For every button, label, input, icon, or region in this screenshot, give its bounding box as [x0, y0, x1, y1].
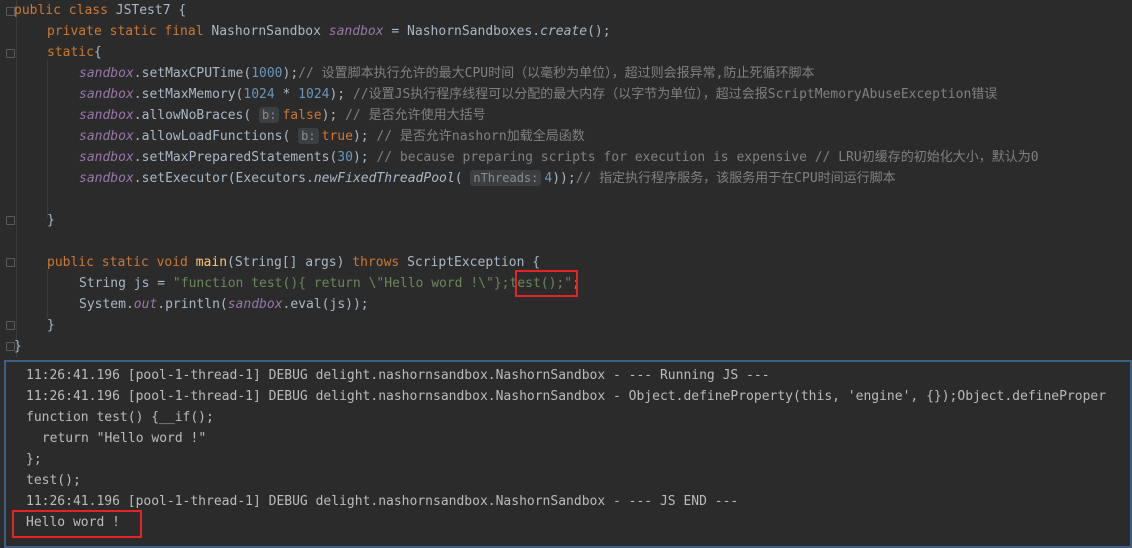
code-line: }: [47, 210, 55, 231]
highlight-box: [515, 270, 578, 297]
console-line: 11:26:41.196 [pool-1-thread-1] DEBUG del…: [26, 389, 1107, 404]
code-token: create: [540, 24, 588, 39]
code-token: false: [282, 108, 322, 123]
code-token: 1024: [243, 87, 275, 102]
code-token: .setMaxPreparedStatements(: [133, 150, 338, 165]
code-token: (String[] args): [227, 255, 353, 270]
code-token: );: [352, 129, 377, 144]
code-token: // 是否允许使用大括号: [345, 108, 486, 123]
console-line: 11:26:41.196 [pool-1-thread-1] DEBUG del…: [26, 494, 739, 509]
code-line: sandbox.allowLoadFunctions( b: true); // …: [79, 126, 585, 147]
code-token: // because preparing scripts for executi…: [376, 150, 1039, 165]
code-line: public static void main(String[] args) t…: [47, 252, 540, 273]
code-token: // 设置脚本执行允许的最大CPU时间（以毫秒为单位），超过则会报异常,防止死循…: [298, 66, 815, 81]
code-token: }: [47, 318, 55, 333]
code-token: .println(: [157, 297, 228, 312]
code-token: .setMaxCPUTime(: [133, 66, 252, 81]
code-token: = NashornSandboxes.: [383, 24, 541, 39]
code-token: public static void: [47, 255, 196, 270]
code-token: sandbox: [79, 66, 134, 81]
code-line: sandbox.setMaxCPUTime(1000);// 设置脚本执行允许的…: [79, 63, 814, 84]
code-line: }: [47, 315, 55, 336]
code-token: throws: [352, 255, 408, 270]
code-token: //设置JS执行程序线程可以分配的最大内存（以字节为单位），超过会报Script…: [352, 87, 998, 102]
code-token: public class: [14, 3, 116, 18]
code-token: );: [321, 108, 346, 123]
code-token: .eval(js));: [282, 297, 369, 312]
code-token: (: [454, 171, 471, 186]
code-token: JSTest7 {: [115, 3, 187, 18]
code-line: sandbox.setMaxMemory(1024 * 1024); //设置J…: [79, 84, 997, 105]
code-token: .setMaxMemory(: [133, 87, 244, 102]
code-token: sandbox: [79, 129, 134, 144]
console-line: };: [26, 452, 42, 467]
fold-marker-icon[interactable]: [6, 49, 15, 58]
code-token: *: [274, 87, 299, 102]
code-token: System.: [79, 297, 134, 312]
console-line: 11:26:41.196 [pool-1-thread-1] DEBUG del…: [26, 368, 770, 383]
code-token: NashornSandbox: [211, 24, 329, 39]
console-line: return "Hello word !": [34, 431, 207, 446]
code-line: sandbox.allowNoBraces( b: false); // 是否允许…: [79, 105, 486, 126]
indent-guide: [47, 60, 48, 218]
code-token: // 是否允许nashorn加载全局函数: [376, 129, 585, 144]
code-token: String js =: [79, 276, 173, 291]
code-token: }: [14, 339, 22, 354]
fold-marker-icon[interactable]: [6, 258, 15, 267]
fold-marker-icon[interactable]: [6, 321, 15, 330]
code-token: sandbox: [79, 171, 134, 186]
code-token: .allowNoBraces(: [133, 108, 260, 123]
param-hint: nThreads:: [470, 170, 542, 186]
code-token: );: [329, 87, 353, 102]
code-token: }: [47, 213, 55, 228]
code-token: 1000: [251, 66, 283, 81]
code-token: "function test(){ return \"Hello word !\…: [172, 276, 573, 291]
code-token: sandbox: [79, 108, 134, 123]
fold-marker-icon[interactable]: [6, 216, 15, 225]
code-token: // 指定执行程序服务，该服务用于在CPU时间运行脚本: [575, 171, 896, 186]
code-token: .setExecutor(Executors.: [133, 171, 314, 186]
code-token: .allowLoadFunctions(: [133, 129, 299, 144]
code-token: 30: [337, 150, 353, 165]
code-token: main: [195, 255, 228, 270]
indent-guide: [16, 0, 17, 358]
code-token: );: [352, 150, 377, 165]
code-token: ));: [552, 171, 576, 186]
code-token: static: [47, 45, 94, 60]
code-token: newFixedThreadPool: [313, 171, 455, 186]
code-editor[interactable]: public class JSTest7 {private static fin…: [0, 0, 1132, 358]
run-console[interactable]: 11:26:41.196 [pool-1-thread-1] DEBUG del…: [4, 360, 1132, 548]
code-token: sandbox: [79, 87, 134, 102]
code-line: sandbox.setMaxPreparedStatements(30); //…: [79, 147, 1039, 168]
code-token: sandbox: [227, 297, 283, 312]
code-line: sandbox.setExecutor(Executors.newFixedTh…: [79, 168, 896, 189]
code-token: {: [93, 45, 102, 60]
highlight-box: [12, 510, 142, 538]
code-token: true: [321, 129, 353, 144]
code-token: out: [133, 297, 158, 312]
code-token: sandbox: [328, 24, 384, 39]
code-line: private static final NashornSandbox sand…: [47, 21, 611, 42]
indent-guide: [47, 270, 48, 318]
console-line: function test() {__if();: [26, 410, 214, 425]
code-line: static{: [47, 42, 102, 63]
param-hint: b:: [298, 128, 319, 144]
code-line: }: [14, 336, 22, 357]
code-token: );: [282, 66, 299, 81]
code-token: private static final: [47, 24, 212, 39]
code-token: 1024: [298, 87, 330, 102]
console-line: test();: [26, 473, 81, 488]
code-token: ScriptException {: [407, 255, 541, 270]
code-line: String js = "function test(){ return \"H…: [79, 273, 580, 294]
param-hint: b:: [259, 107, 280, 123]
code-line: System.out.println(sandbox.eval(js));: [79, 294, 369, 315]
code-token: sandbox: [79, 150, 134, 165]
code-token: ();: [587, 24, 611, 39]
code-line: public class JSTest7 {: [14, 0, 186, 21]
